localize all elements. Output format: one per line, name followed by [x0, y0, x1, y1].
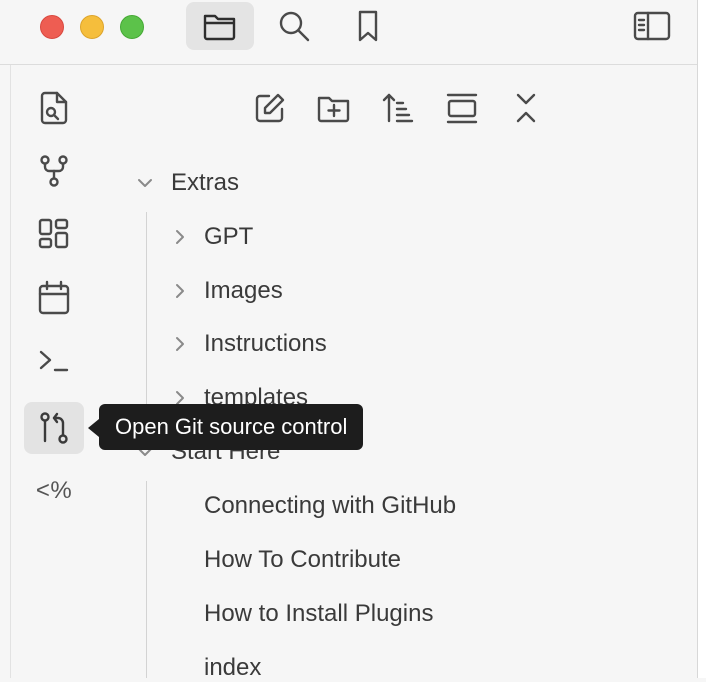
file-search-icon: [40, 91, 68, 125]
bookmark-icon: [358, 10, 378, 42]
tab-search[interactable]: [260, 2, 328, 50]
new-folder-icon: [317, 96, 350, 123]
close-window-button[interactable]: [40, 15, 64, 39]
zoom-window-button[interactable]: [120, 15, 144, 39]
new-note-button[interactable]: [247, 85, 293, 131]
ribbon-dashboard-button[interactable]: [24, 208, 84, 260]
git-fork-icon: [40, 155, 68, 187]
collapse-all-icon: [516, 93, 536, 123]
file-how-to-contribute[interactable]: How To Contribute: [204, 546, 401, 574]
ribbon-calendar-button[interactable]: [24, 272, 84, 324]
file-explorer-pane: Extras GPT Images Instructions templates…: [97, 65, 697, 681]
title-bar: [0, 0, 697, 65]
tooltip: Open Git source control: [99, 404, 364, 450]
folder-icon: [203, 14, 236, 41]
ribbon-file-search-button[interactable]: [24, 82, 84, 134]
auto-reveal-button[interactable]: [439, 85, 485, 131]
sidebar-toggle-button[interactable]: [618, 2, 686, 50]
window-edge: [697, 0, 706, 678]
sort-icon: [382, 93, 414, 123]
folder-extras[interactable]: Extras: [171, 169, 239, 197]
templater-icon: <%: [35, 477, 73, 504]
chevron-right-icon[interactable]: [171, 282, 189, 300]
chevron-right-icon[interactable]: [171, 335, 189, 353]
ribbon-graph-button[interactable]: [24, 145, 84, 197]
file-how-to-install-plugins[interactable]: How to Install Plugins: [204, 600, 433, 628]
minimize-window-button[interactable]: [80, 15, 104, 39]
search-icon: [279, 11, 310, 42]
calendar-icon: [38, 280, 70, 315]
indent-guide: [146, 481, 147, 678]
folder-instructions[interactable]: Instructions: [204, 330, 327, 358]
tab-bookmarks[interactable]: [334, 2, 402, 50]
ribbon-terminal-button[interactable]: [24, 335, 84, 387]
folder-images[interactable]: Images: [204, 277, 283, 305]
folder-gpt[interactable]: GPT: [204, 223, 253, 251]
tooltip-arrow: [88, 419, 99, 437]
new-folder-button[interactable]: [311, 85, 357, 131]
ribbon-templater-button[interactable]: <%: [24, 465, 84, 517]
dashboard-icon: [38, 218, 69, 249]
collapse-all-button[interactable]: [503, 85, 549, 131]
terminal-icon: [39, 350, 69, 372]
git-pull-request-icon: [40, 412, 68, 444]
chevron-down-icon[interactable]: [136, 174, 154, 192]
left-ribbon: <%: [10, 65, 98, 678]
change-sort-order-button[interactable]: [375, 85, 421, 131]
new-note-icon: [255, 93, 285, 123]
ribbon-git-source-control-button[interactable]: [24, 402, 84, 454]
file-connecting-with-github[interactable]: Connecting with GitHub: [204, 492, 456, 520]
sidebar-toggle-icon: [633, 11, 671, 41]
chevron-right-icon[interactable]: [171, 228, 189, 246]
tab-files[interactable]: [186, 2, 254, 50]
auto-reveal-icon: [446, 93, 478, 124]
